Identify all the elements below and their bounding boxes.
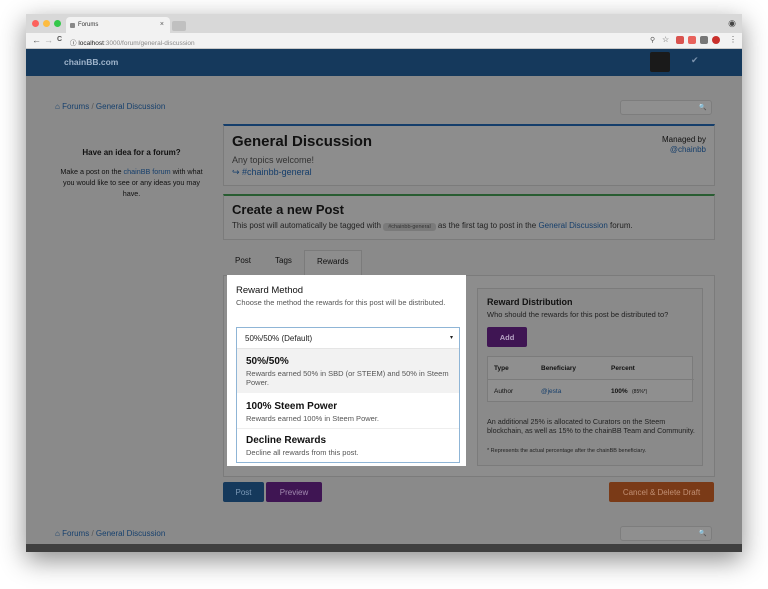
brand-logo[interactable]: chainBB.com: [64, 57, 118, 67]
dropdown-option-100-steem-power[interactable]: 100% Steem Power Rewards earned 100% in …: [237, 393, 459, 429]
cancel-delete-draft-button[interactable]: Cancel & Delete Draft: [609, 482, 714, 502]
sidebar-heading: Have an idea for a forum?: [82, 148, 181, 157]
chainbb-forum-link[interactable]: chainBB forum: [124, 167, 171, 176]
breadcrumb-current[interactable]: General Discussion: [96, 529, 165, 538]
curator-note: An additional 25% is allocated to Curato…: [487, 417, 695, 435]
bookmark-star-icon[interactable]: ☆: [662, 35, 669, 44]
zoom-icon[interactable]: ⚲: [650, 36, 655, 44]
breadcrumb-current[interactable]: General Discussion: [96, 102, 165, 111]
tab-post[interactable]: Post: [235, 256, 251, 265]
forum-subtitle: Any topics welcome!: [232, 155, 315, 165]
search-icon: 🔍: [698, 104, 707, 111]
extension-chat-icon[interactable]: [700, 36, 708, 44]
address-bar[interactable]: ⓘ localhost:3000/forum/general-discussio…: [70, 35, 660, 47]
column-header: Percent: [611, 365, 635, 372]
dropdown-option-50-50[interactable]: 50%/50% Rewards earned 50% in SBD (or ST…: [237, 349, 459, 393]
page: chainBB.com ✔ ⌂ Forums / General Discuss…: [26, 49, 742, 544]
tab-close-icon[interactable]: ×: [160, 21, 164, 28]
sidebar: Have an idea for a forum? Make a post on…: [54, 147, 209, 199]
add-beneficiary-button[interactable]: Add: [487, 327, 527, 347]
breadcrumb-footer: ⌂ Forums / General Discussion: [55, 529, 165, 538]
forum-link[interactable]: General Discussion: [538, 221, 607, 230]
tab-rewards[interactable]: Rewards: [304, 250, 362, 276]
divider: [488, 379, 694, 380]
favicon-icon: [70, 23, 75, 28]
reward-method-title: Reward Method: [236, 285, 304, 296]
incognito-icon: ◉: [728, 18, 736, 28]
breadcrumb: ⌂ Forums / General Discussion: [55, 102, 165, 111]
column-header: Type: [494, 365, 509, 372]
forum-title: General Discussion: [232, 133, 373, 150]
row-percent: 100%: [611, 388, 628, 395]
create-post-card: Create a new Post This post will automat…: [223, 194, 715, 240]
search-input[interactable]: 🔍: [620, 100, 712, 115]
forum-tag-link[interactable]: ↪ #chainbb-general: [232, 167, 312, 178]
breadcrumb-separator: /: [91, 102, 94, 111]
row-type: Author: [494, 388, 514, 395]
maximize-window-button[interactable]: [54, 20, 61, 27]
managed-by: Managed by @chainbb: [661, 135, 706, 154]
reward-method-description: Choose the method the rewards for this p…: [236, 298, 446, 307]
home-icon[interactable]: ⌂: [55, 102, 60, 111]
site-header: chainBB.com ✔: [26, 49, 742, 76]
row-percent-actual: (85%*): [632, 389, 648, 395]
tab-tags[interactable]: Tags: [275, 256, 292, 265]
close-window-button[interactable]: [32, 20, 39, 27]
search-icon: 🔍: [698, 530, 707, 537]
reload-icon[interactable]: C: [57, 36, 62, 43]
minimize-window-button[interactable]: [43, 20, 50, 27]
tab-bar: Forums × ◉: [26, 14, 742, 33]
breadcrumb-forums[interactable]: Forums: [62, 529, 89, 538]
create-post-title: Create a new Post: [232, 202, 344, 217]
browser-toolbar: ← → C ⓘ localhost:3000/forum/general-dis…: [26, 33, 742, 49]
dropdown-option-decline[interactable]: Decline Rewards Decline all rewards from…: [237, 429, 459, 463]
extension-stop-icon[interactable]: [712, 36, 720, 44]
breadcrumb-forums[interactable]: Forums: [62, 102, 89, 111]
moderator-link[interactable]: @chainbb: [670, 145, 706, 154]
tag-pill: #chainbb-general: [383, 223, 436, 231]
column-header: Beneficiary: [541, 365, 577, 372]
breadcrumb-separator: /: [91, 529, 94, 538]
reward-method-dropdown[interactable]: 50%/50% (Default) ▾ 50%/50% Rewards earn…: [236, 327, 460, 463]
chevron-down-icon: ▾: [449, 335, 453, 341]
reward-distribution-subtitle: Who should the rewards for this post be …: [487, 310, 669, 319]
row-beneficiary-link[interactable]: @jesta: [541, 388, 561, 395]
reward-distribution-title: Reward Distribution: [487, 297, 573, 307]
new-tab-button[interactable]: [172, 21, 186, 31]
footnote: * Represents the actual percentage after…: [487, 448, 647, 454]
browser-window: Forums × ◉ ← → C ⓘ localhost:3000/forum/…: [26, 14, 742, 552]
beneficiary-table: Type Beneficiary Percent Author @jesta 1…: [487, 356, 694, 402]
avatar[interactable]: [650, 52, 670, 72]
check-icon[interactable]: ✔: [691, 55, 699, 66]
url-host: localhost: [78, 40, 104, 47]
browser-menu-icon[interactable]: ⋮: [729, 35, 737, 44]
forward-icon[interactable]: →: [44, 35, 53, 45]
preview-button[interactable]: Preview: [266, 482, 322, 502]
extension-shield-icon[interactable]: [688, 36, 696, 44]
home-icon[interactable]: ⌂: [55, 529, 60, 538]
post-button[interactable]: Post: [223, 482, 264, 502]
dropdown-selected-value[interactable]: 50%/50% (Default) ▾: [237, 328, 459, 349]
url-path: :3000/forum/general-discussion: [103, 40, 195, 47]
create-post-description: This post will automatically be tagged w…: [232, 221, 633, 231]
reward-method-panel: Reward Method Choose the method the rewa…: [227, 275, 466, 466]
back-icon[interactable]: ←: [32, 35, 41, 45]
site-info-icon[interactable]: ⓘ: [70, 40, 77, 47]
sidebar-text: Make a post on the chainBB forum with wh…: [60, 167, 203, 198]
reward-distribution-panel: Reward Distribution Who should the rewar…: [477, 288, 703, 466]
browser-tab[interactable]: Forums ×: [66, 17, 170, 33]
search-input-footer[interactable]: 🔍: [620, 526, 712, 541]
forum-info-card: General Discussion Any topics welcome! ↪…: [223, 124, 715, 186]
tab-title: Forums: [78, 22, 99, 28]
extension-lock-icon[interactable]: [676, 36, 684, 44]
